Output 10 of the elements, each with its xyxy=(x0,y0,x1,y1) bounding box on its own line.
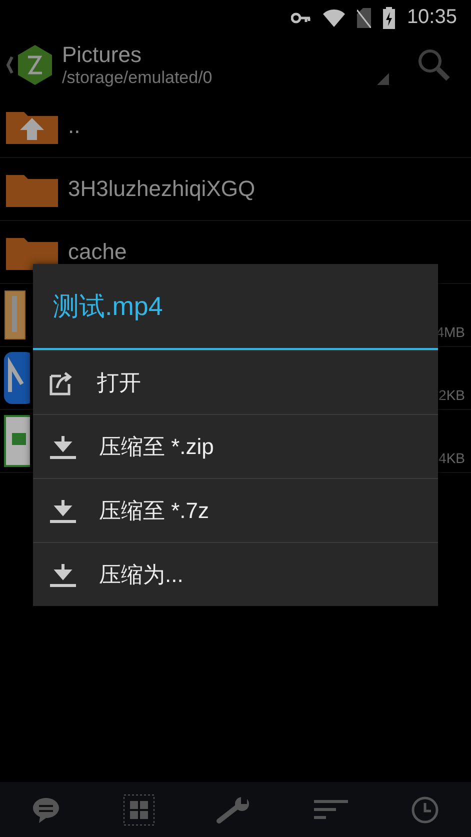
file-name: 3H3luzhezhiqiXGQ xyxy=(68,176,256,202)
file-name: .. xyxy=(68,113,82,139)
file-size: 4MB xyxy=(436,324,465,342)
menu-title: 测试.mp4 xyxy=(33,264,438,350)
folder-path: /storage/emulated/0 xyxy=(62,68,214,88)
file-name: cache xyxy=(68,239,128,265)
folder-title: Pictures xyxy=(62,42,142,68)
clock-time: 10:35 xyxy=(406,6,457,29)
file-size: 2KB xyxy=(438,387,465,405)
file-size: 4KB xyxy=(438,450,465,468)
